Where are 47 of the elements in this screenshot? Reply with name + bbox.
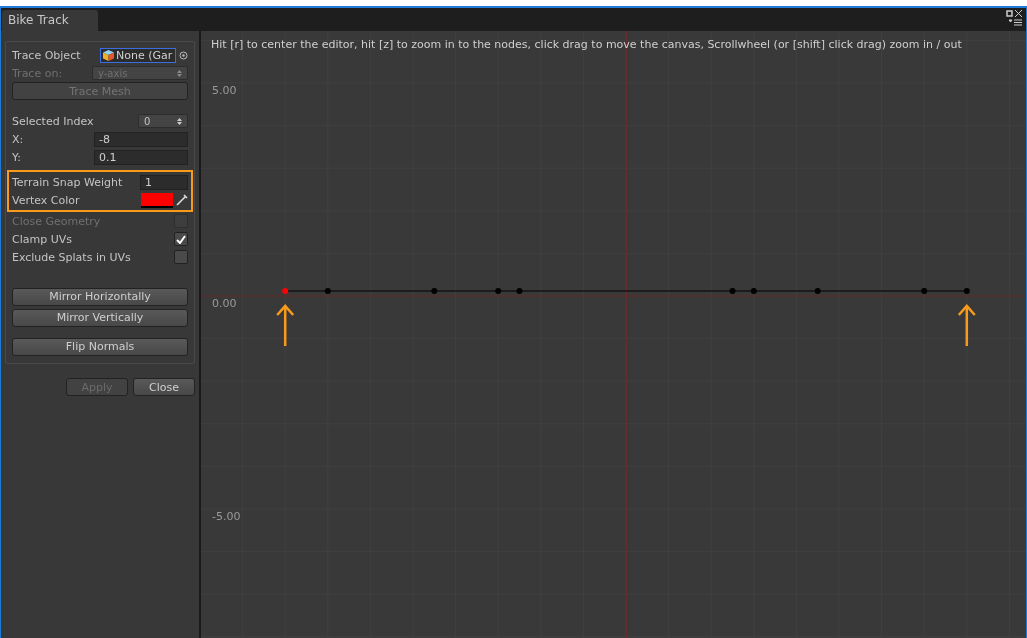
checkbox[interactable] — [174, 250, 188, 264]
cube-icon — [103, 49, 114, 61]
path-node[interactable] — [729, 288, 736, 294]
index-dropdown[interactable]: 0 — [138, 114, 188, 128]
input-field[interactable]: -8 — [94, 131, 188, 147]
field-label: Y: — [12, 150, 21, 164]
input-field[interactable]: 1 — [140, 174, 188, 190]
path-node[interactable] — [921, 288, 928, 294]
object-field-value: None (Gar — [116, 48, 173, 62]
axis-label: 5.00 — [212, 85, 237, 97]
window-tab[interactable]: Bike Track — [2, 10, 98, 31]
axis-label: 0.00 — [212, 298, 237, 310]
action-button[interactable]: Mirror Horizontally — [12, 287, 188, 306]
path-node[interactable] — [750, 288, 757, 294]
target-icon[interactable] — [179, 50, 188, 60]
path-node[interactable] — [516, 288, 523, 294]
arrow-icon — [275, 304, 295, 348]
input-field[interactable]: 0.1 — [94, 149, 188, 165]
axis-label: -5.00 — [212, 511, 241, 523]
path-node[interactable] — [324, 288, 331, 294]
toggle-label: Close Geometry — [12, 214, 101, 228]
action-button[interactable]: Flip Normals — [12, 337, 188, 356]
toggle-label: Clamp UVs — [12, 232, 72, 246]
path-node[interactable] — [963, 288, 970, 294]
path-node[interactable] — [495, 288, 502, 294]
arrow-icon — [957, 304, 977, 348]
object-field[interactable]: None (Gar — [100, 47, 176, 63]
footer-button[interactable]: Close — [133, 378, 195, 396]
menu-icon[interactable] — [1009, 19, 1022, 26]
field-label: X: — [12, 132, 24, 146]
toggle-label: Exclude Splats in UVs — [12, 250, 131, 264]
dropdown-value: 0 — [144, 115, 151, 127]
field-label: Vertex Color — [12, 193, 80, 207]
eyedropper-icon[interactable] — [176, 194, 188, 206]
path-node[interactable] — [431, 288, 438, 294]
path-node[interactable] — [282, 288, 289, 294]
path-node[interactable] — [814, 288, 821, 294]
hint-text: Hit [r] to center the editor, hit [z] to zoom in to the nodes, click drag to move the canvas, Scrollwheel (or [shift] click drag) zoom in / out — [211, 38, 962, 51]
color-swatch[interactable] — [141, 192, 173, 208]
field-label: Terrain Snap Weight — [12, 175, 123, 189]
checkbox[interactable] — [174, 232, 188, 246]
stepper-icon — [177, 69, 182, 77]
action-button[interactable]: Mirror Vertically — [12, 308, 188, 327]
stepper-icon — [177, 117, 182, 125]
maximize-close-icon[interactable] — [1006, 10, 1022, 18]
field-label: Selected Index — [12, 114, 94, 128]
field-label: Trace Object — [12, 48, 81, 62]
